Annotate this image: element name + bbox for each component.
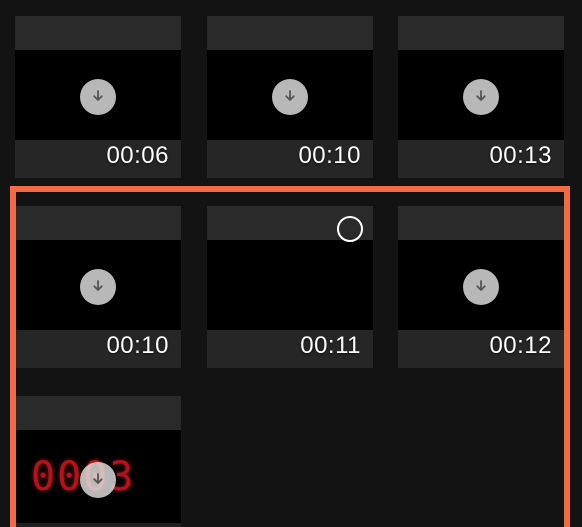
tile-top-bar: [15, 396, 181, 430]
download-icon[interactable]: [463, 79, 499, 115]
download-icon[interactable]: [463, 269, 499, 305]
effect-tile-2[interactable]: 00:10: [207, 16, 373, 178]
duration-label: 00:13: [489, 142, 552, 169]
tile-top-bar: [15, 16, 181, 50]
tile-top-bar: [398, 206, 564, 240]
effects-grid-screen: 00:06 00:10 00:13 00:10 00:11 00:12: [0, 0, 582, 527]
duration-label: 00:10: [298, 142, 361, 169]
effect-tile-6[interactable]: 00:12: [398, 206, 564, 368]
duration-label: 00:10: [106, 332, 169, 359]
download-icon[interactable]: [80, 79, 116, 115]
effect-tile-3[interactable]: 00:13: [398, 16, 564, 178]
effect-tile-5[interactable]: 00:11: [207, 206, 373, 368]
tile-top-bar: [15, 206, 181, 240]
download-icon[interactable]: [80, 462, 116, 498]
effect-tile-4[interactable]: 00:10: [15, 206, 181, 368]
select-circle-icon[interactable]: [337, 216, 363, 242]
download-icon[interactable]: [272, 79, 308, 115]
duration-label: 00:12: [489, 332, 552, 359]
effect-preview: [207, 240, 373, 333]
effect-tile-7[interactable]: 0003: [15, 396, 181, 527]
duration-label: 00:11: [300, 332, 361, 359]
download-icon[interactable]: [80, 269, 116, 305]
duration-label: 00:06: [106, 142, 169, 169]
tile-top-bar: [398, 16, 564, 50]
effect-tile-1[interactable]: 00:06: [15, 16, 181, 178]
tile-top-bar: [207, 16, 373, 50]
